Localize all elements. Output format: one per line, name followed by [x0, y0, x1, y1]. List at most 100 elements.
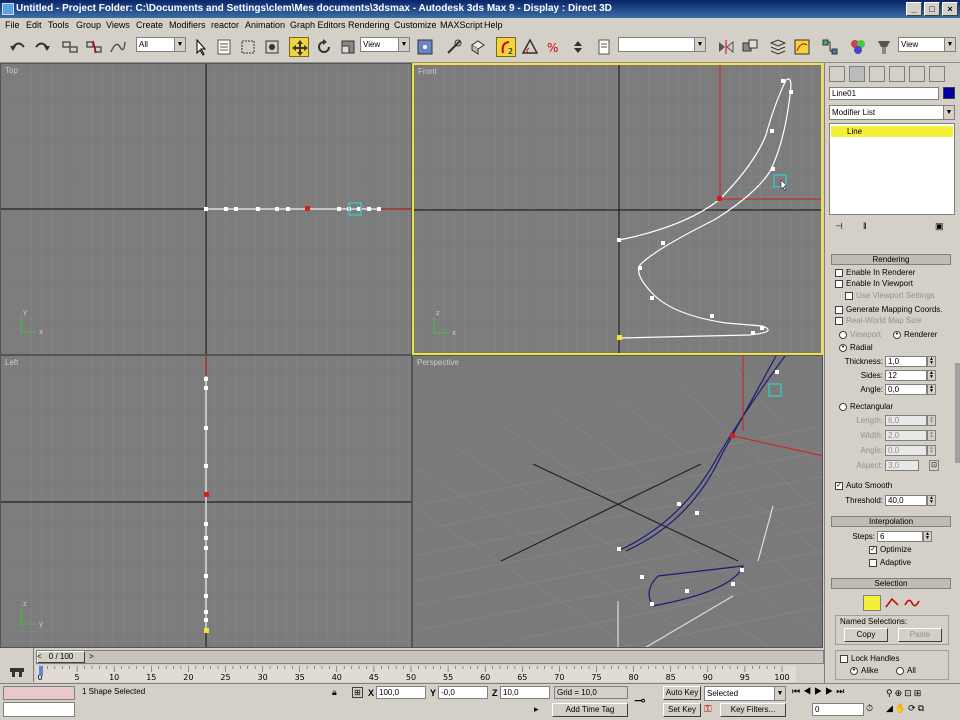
viewport-perspective[interactable]: Perspective — [412, 355, 823, 648]
mirror-icon[interactable] — [716, 37, 736, 57]
auto-smooth-checkbox[interactable]: ✓ Auto Smooth — [835, 481, 892, 490]
absolute-mode-icon[interactable]: ⊞ — [352, 687, 363, 698]
display-tab-icon[interactable] — [909, 66, 925, 82]
use-viewport-settings-checkbox[interactable]: Use Viewport Settings — [845, 291, 935, 300]
spinner-arrows-icon[interactable]: ▲ ▼ — [927, 430, 936, 441]
sides-spinner[interactable]: 12 ▲ ▼ — [885, 370, 936, 381]
select-and-move-icon[interactable] — [289, 37, 309, 57]
set-key-button[interactable]: Set Key — [663, 703, 701, 717]
aspect-spinner[interactable]: 3,0 — [885, 460, 919, 471]
go-to-end-icon[interactable]: ⏭ — [836, 686, 847, 696]
reference-coordinate-dropdown[interactable]: View ▼ — [360, 37, 410, 52]
auto-key-button[interactable]: Auto Key — [663, 686, 701, 700]
slider-prev-arrow-icon[interactable]: < — [37, 651, 42, 663]
spinner-arrows-icon[interactable]: ▲ ▼ — [927, 370, 936, 381]
copy-button[interactable]: Copy — [844, 628, 888, 642]
menu-maxscript[interactable]: MAXScript — [440, 18, 483, 33]
viewport-front[interactable]: zx Front — [412, 63, 823, 355]
viewport-label-left[interactable]: Left — [5, 358, 18, 367]
zoom-icon[interactable]: ⚲ — [886, 688, 895, 698]
spinner-arrows-icon[interactable]: ▲ ▼ — [927, 384, 936, 395]
mini-curve-editor-icon[interactable] — [0, 648, 34, 682]
modify-tab-icon[interactable] — [849, 66, 865, 82]
menu-tools[interactable]: Tools — [48, 18, 69, 33]
percent-snap-icon[interactable]: % — [544, 37, 564, 57]
next-frame-icon[interactable]: ▶ — [825, 686, 836, 696]
menu-graph-editors[interactable]: Graph Editors — [290, 18, 346, 33]
menu-group[interactable]: Group — [76, 18, 101, 33]
maxscript-listener-white[interactable] — [3, 702, 75, 717]
z-coordinate-field[interactable]: 10,0 — [500, 686, 550, 699]
time-configuration-icon[interactable]: ⏱ — [866, 703, 878, 716]
pan-icon[interactable]: ✋ — [895, 703, 908, 713]
paste-button[interactable]: Paste — [898, 628, 942, 642]
undo-icon[interactable] — [8, 37, 28, 57]
object-color-swatch[interactable] — [943, 87, 955, 99]
key-filters-button[interactable]: Key Filters... — [720, 703, 786, 717]
maximize-button[interactable]: □ — [924, 2, 940, 16]
stack-item-line[interactable]: Line — [831, 126, 953, 137]
enable-in-renderer-checkbox[interactable]: Enable In Renderer — [835, 268, 915, 277]
length-spinner[interactable]: 6,0 ▲ ▼ — [885, 415, 936, 426]
select-and-rotate-icon[interactable] — [314, 37, 334, 57]
select-and-scale-icon[interactable] — [338, 37, 358, 57]
width-spinner[interactable]: 2,0 ▲ ▼ — [885, 430, 936, 441]
object-name-field[interactable]: Line01 — [829, 87, 939, 100]
named-selection-dropdown[interactable]: ▼ — [618, 37, 706, 52]
redo-icon[interactable] — [32, 37, 52, 57]
viewport-radio[interactable]: Viewport — [839, 330, 881, 339]
lock-handles-checkbox[interactable]: Lock Handles — [840, 654, 899, 663]
align-icon[interactable] — [740, 37, 760, 57]
time-slider-track[interactable]: 0 / 100 < > — [36, 650, 824, 664]
y-coordinate-field[interactable]: -0,0 — [438, 686, 488, 699]
panel-scrollbar[interactable] — [955, 363, 960, 463]
arc-rotate-icon[interactable]: ⟳ — [908, 703, 918, 713]
pivot-point-icon[interactable] — [415, 37, 435, 57]
angle2-spinner[interactable]: 0,0 ▲ ▼ — [885, 445, 936, 456]
keyboard-shortcut-override-icon[interactable] — [468, 37, 488, 57]
radial-radio[interactable]: • Radial — [839, 343, 873, 352]
menu-customize[interactable]: Customize — [394, 18, 437, 33]
viewport-label-top[interactable]: Top — [5, 66, 18, 75]
menu-reactor[interactable]: reactor — [211, 18, 239, 33]
viewport-label-front[interactable]: Front — [418, 67, 437, 76]
utilities-tab-icon[interactable] — [929, 66, 945, 82]
maxscript-listener-pink[interactable] — [3, 686, 75, 700]
slider-next-arrow-icon[interactable]: > — [89, 651, 94, 663]
viewport-label-perspective[interactable]: Perspective — [417, 358, 459, 367]
menu-rendering[interactable]: Rendering — [348, 18, 390, 33]
menu-views[interactable]: Views — [106, 18, 130, 33]
menu-animation[interactable]: Animation — [245, 18, 285, 33]
edit-named-selection-icon[interactable] — [594, 37, 614, 57]
hierarchy-tab-icon[interactable] — [869, 66, 885, 82]
motion-tab-icon[interactable] — [889, 66, 905, 82]
snaps-toggle-icon[interactable]: 2 — [496, 37, 516, 57]
real-world-map-size-checkbox[interactable]: Real-World Map Size — [835, 316, 921, 325]
threshold-spinner[interactable]: 40,0 ▲ ▼ — [885, 495, 936, 506]
select-by-name-icon[interactable] — [214, 37, 234, 57]
lock-selection-icon[interactable]: 🔒︎ — [332, 687, 337, 698]
show-end-result-icon[interactable]: ‖ — [863, 221, 867, 231]
select-and-link-icon[interactable] — [60, 37, 80, 57]
all-radio[interactable]: All — [896, 666, 916, 675]
thickness-spinner[interactable]: 1,0 ▲ ▼ — [885, 356, 936, 367]
spinner-snap-icon[interactable] — [568, 37, 588, 57]
go-to-start-icon[interactable]: ⏮ — [792, 686, 803, 696]
vertex-level-icon[interactable] — [863, 595, 881, 611]
manipulate-icon[interactable] — [444, 37, 464, 57]
menu-edit[interactable]: Edit — [26, 18, 42, 33]
curve-editor-icon[interactable] — [792, 37, 812, 57]
interpolation-rollout-header[interactable]: Interpolation — [831, 516, 951, 527]
zoom-extents-all-icon[interactable]: ⊞ — [914, 688, 924, 698]
lock-aspect-icon[interactable]: ⊡ — [929, 460, 939, 471]
minimize-button[interactable]: _ — [906, 2, 922, 16]
spinner-arrows-icon[interactable]: ▲ ▼ — [927, 445, 936, 456]
menu-modifiers[interactable]: Modifiers — [169, 18, 206, 33]
render-view-dropdown[interactable]: View ▼ — [898, 37, 956, 52]
optimize-checkbox[interactable]: ✓ Optimize — [869, 545, 912, 554]
x-coordinate-field[interactable]: 100,0 — [376, 686, 426, 699]
adaptive-checkbox[interactable]: Adaptive — [869, 558, 911, 567]
track-bar[interactable]: 0 5 10 15 20 25 30 35 40 45 50 55 60 65 70 75 80 85 90 95 10… — [36, 666, 796, 682]
window-crossing-icon[interactable] — [262, 37, 282, 57]
angle-spinner[interactable]: 0,0 ▲ ▼ — [885, 384, 936, 395]
